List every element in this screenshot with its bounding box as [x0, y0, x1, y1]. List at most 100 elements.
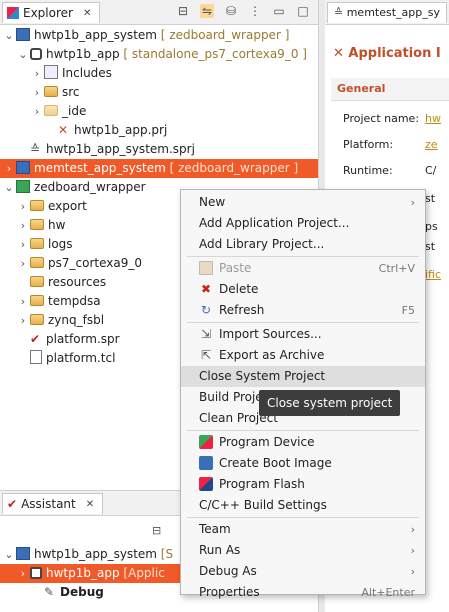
menu-separator [187, 517, 419, 518]
tree-item-suffix: [ standalone_ps7_cortexa9_0 ] [123, 47, 307, 61]
chevron-down-icon[interactable]: ⌄ [4, 545, 14, 564]
chevron-down-icon[interactable]: ⌄ [18, 45, 28, 64]
menu-item-program-flash[interactable]: Program Flash [181, 474, 425, 495]
filter-icon[interactable]: ⛁ [224, 4, 238, 18]
chevron-right-icon[interactable]: › [18, 564, 28, 583]
chevron-right-icon[interactable]: › [32, 102, 42, 121]
tree-item-label: zynq_fsbl [48, 313, 105, 327]
tree-item-ide[interactable]: › _ide [0, 102, 318, 121]
system-project-icon [16, 547, 30, 560]
chevron-right-icon[interactable]: › [18, 254, 28, 273]
chevron-right-icon[interactable]: › [18, 292, 28, 311]
menu-item-c-c-build-settings[interactable]: C/C++ Build Settings [181, 495, 425, 516]
menu-item-label: Program Device [219, 435, 315, 449]
menu-item-close-system-project[interactable]: Close System Project [181, 366, 425, 387]
tree-item-label: platform.tcl [46, 351, 116, 365]
chevron-down-icon[interactable]: ⌄ [4, 178, 14, 197]
app-project-icon [30, 567, 42, 579]
chevron-right-icon[interactable]: › [18, 197, 28, 216]
system-project-icon [16, 28, 30, 41]
tree-item-label: logs [48, 237, 73, 251]
folder-icon [44, 86, 58, 97]
tree-item-memtest-app-system[interactable]: › memtest_app_system [ zedboard_wrapper … [0, 159, 318, 178]
link-with-editor-icon[interactable]: ⇋ [200, 4, 214, 18]
editor-link-fragment[interactable]: ific [425, 268, 441, 281]
menu-separator [187, 256, 419, 257]
menu-item-paste[interactable]: Paste Ctrl+V [181, 258, 425, 279]
close-icon[interactable]: ✕ [86, 499, 94, 510]
menu-item-export-as-archive[interactable]: ⇱ Export as Archive [181, 345, 425, 366]
editor-text-fragment: st [425, 192, 436, 205]
project-name-link[interactable]: hw [425, 112, 441, 125]
menu-item-run-as[interactable]: Run As › [181, 540, 425, 561]
menu-item-program-device[interactable]: Program Device [181, 432, 425, 453]
maximize-icon[interactable]: □ [296, 4, 310, 18]
menu-item-add-application-project[interactable]: Add Application Project... [181, 213, 425, 234]
explorer-tab-label: Explorer [23, 6, 73, 20]
chevron-right-icon[interactable]: › [18, 235, 28, 254]
chevron-right-icon[interactable]: › [18, 216, 28, 235]
import-icon: ⇲ [200, 327, 212, 341]
menu-item-shortcut: F5 [401, 304, 415, 317]
menu-item-import-sources[interactable]: ⇲ Import Sources... [181, 324, 425, 345]
assistant-collapse-icon[interactable]: ⊟ [152, 524, 161, 537]
runtime-value: C/ [425, 164, 437, 177]
sprj-file-icon: ≙ [334, 6, 344, 19]
menu-item-refresh[interactable]: ↻ Refresh F5 [181, 300, 425, 321]
tree-item-label: hwtp1b_app_system.sprj [46, 142, 195, 156]
menu-item-delete[interactable]: ✖ Delete [181, 279, 425, 300]
tree-item-hwtp1b-app-system[interactable]: ⌄ hwtp1b_app_system [ zedboard_wrapper ] [0, 26, 318, 45]
tree-item-suffix: [ zedboard_wrapper ] [160, 28, 290, 42]
menu-item-new[interactable]: New › [181, 192, 425, 213]
minimize-icon[interactable]: ▭ [272, 4, 286, 18]
menu-item-debug-as[interactable]: Debug As › [181, 561, 425, 582]
tree-item-label: hwtp1b_app_system [34, 547, 157, 561]
tree-item-sprj-file[interactable]: ≙ hwtp1b_app_system.sprj [0, 140, 318, 159]
chevron-right-icon[interactable]: › [32, 64, 42, 83]
menu-item-label: Debug As [199, 564, 257, 578]
menu-item-label: Export as Archive [219, 348, 325, 362]
menu-item-create-boot-image[interactable]: Create Boot Image [181, 453, 425, 474]
chevron-down-icon[interactable]: ⌄ [4, 26, 14, 45]
explorer-tab[interactable]: Explorer ✕ [2, 2, 101, 23]
tree-item-hwtp1b-app[interactable]: ⌄ hwtp1b_app [ standalone_ps7_cortexa9_0… [0, 45, 318, 64]
delete-icon: ✖ [200, 282, 212, 296]
assistant-tab[interactable]: ✔ Assistant ✕ [2, 493, 104, 514]
tree-item-label: zedboard_wrapper [34, 180, 146, 194]
tree-item-label: resources [48, 275, 107, 289]
menu-item-add-library-project[interactable]: Add Library Project... [181, 234, 425, 255]
folder-icon [30, 238, 44, 249]
menu-item-label: Close System Project [199, 369, 326, 383]
tree-item-includes[interactable]: › Includes [0, 64, 318, 83]
chevron-right-icon[interactable]: › [4, 159, 14, 178]
view-menu-icon[interactable]: ⋮ [248, 4, 262, 18]
tree-item-label: hwtp1b_app.prj [74, 123, 168, 137]
refresh-icon: ↻ [200, 303, 212, 317]
folder-icon [44, 105, 58, 116]
menu-item-label: Run As [199, 543, 241, 557]
folder-icon [30, 257, 44, 268]
folder-icon [30, 314, 44, 325]
editor-tab[interactable]: ≙ memtest_app_sy [327, 2, 447, 23]
chevron-right-icon[interactable]: › [32, 83, 42, 102]
close-icon[interactable]: ✕ [83, 8, 91, 19]
tree-item-src[interactable]: › src [0, 83, 318, 102]
menu-item-properties[interactable]: Properties Alt+Enter [181, 582, 425, 603]
platform-project-icon [16, 180, 30, 193]
chevron-right-icon[interactable]: › [18, 311, 28, 330]
folder-icon [30, 295, 44, 306]
explorer-tabbar: Explorer ✕ ⊟ ⇋ ⛁ ⋮ ▭ □ [0, 0, 318, 25]
platform-link[interactable]: ze [425, 138, 438, 151]
editor-tab-label: memtest_app_sy [346, 6, 440, 19]
explorer-icon [7, 7, 19, 19]
tree-item-suffix: [Applic [123, 566, 165, 580]
menu-item-label: Paste [219, 261, 252, 275]
menu-separator [187, 430, 419, 431]
menu-item-label: C/C++ Build Settings [199, 498, 327, 512]
general-section-header[interactable]: General [331, 78, 449, 101]
menu-item-team[interactable]: Team › [181, 519, 425, 540]
folder-icon [30, 219, 44, 230]
tree-item-prj-file[interactable]: ✕ hwtp1b_app.prj [0, 121, 318, 140]
collapse-all-icon[interactable]: ⊟ [176, 4, 190, 18]
tree-item-suffix: [ zedboard_wrapper ] [169, 161, 299, 175]
